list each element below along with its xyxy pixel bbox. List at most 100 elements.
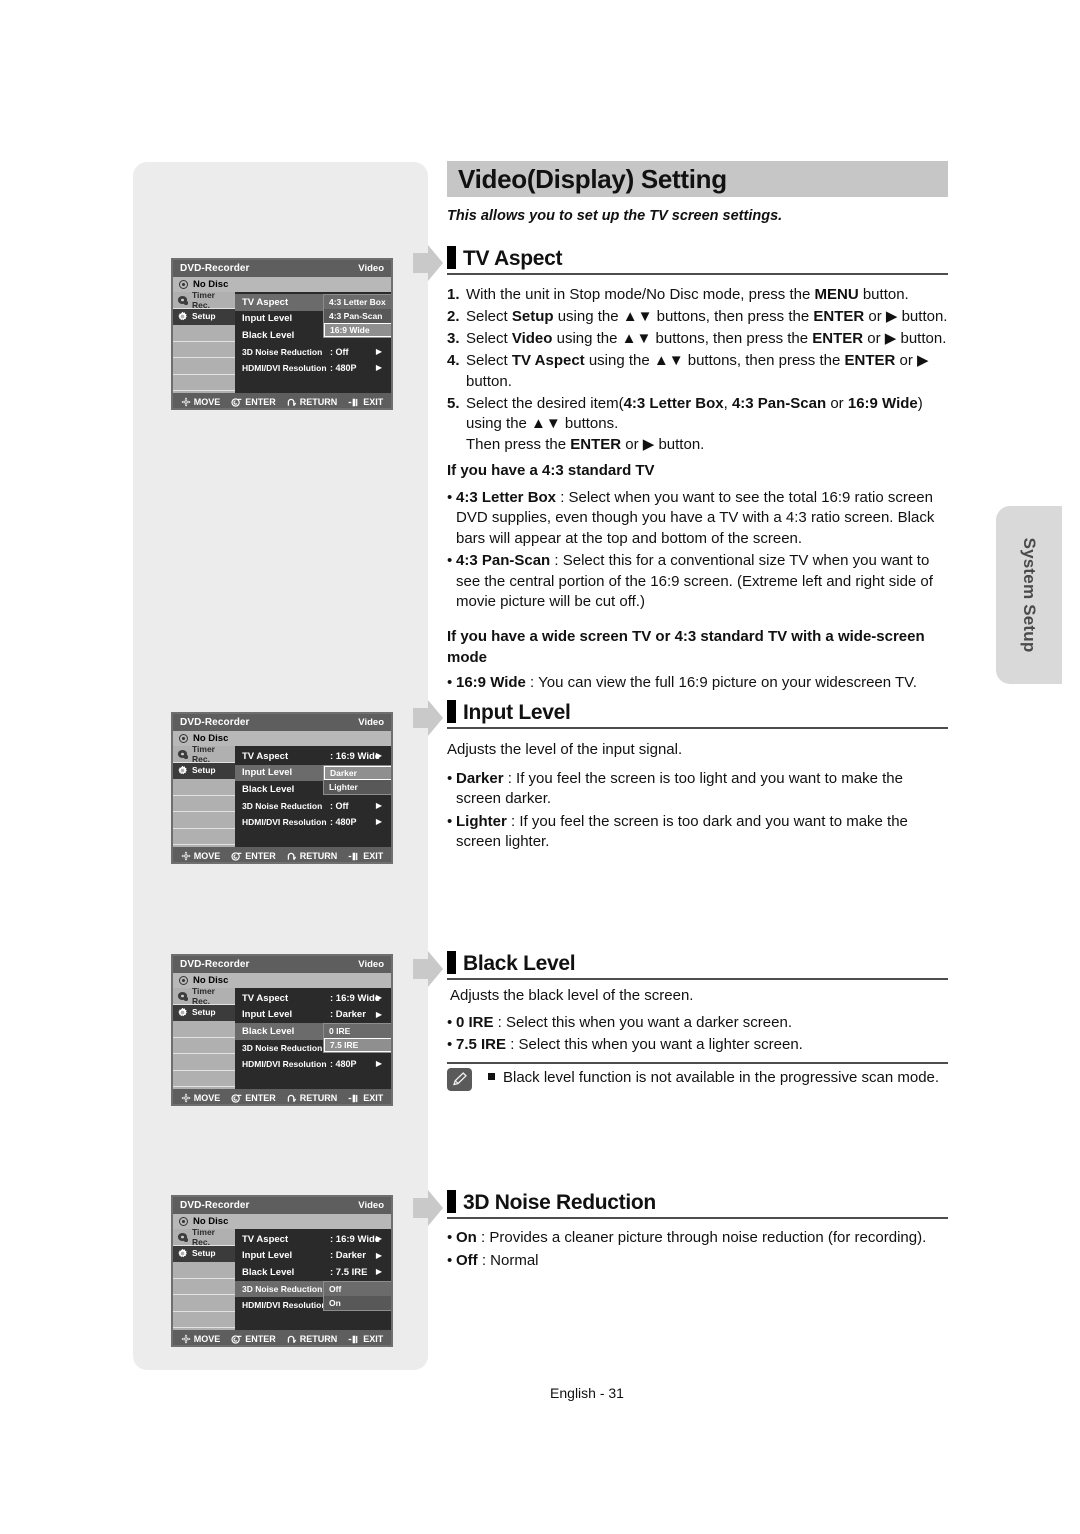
input-level-bullet: • Lighter : If you feel the screen is too… <box>447 812 952 853</box>
osd-sidebar-item-setup[interactable]: Setup <box>173 1245 235 1262</box>
osd-footer-action-return[interactable]: RETURN <box>287 397 338 407</box>
osd-brand-label: DVD-Recorder <box>180 1200 250 1211</box>
return-icon <box>287 1094 297 1103</box>
section-heading-black-level: Black Level <box>447 951 948 980</box>
osd-dropdown-tv-aspect[interactable]: 4:3 Letter Box 4:3 Pan-Scan 16:9 Wide <box>323 294 391 338</box>
osd-sidebar-item-timerrec[interactable]: Timer Rec. <box>173 744 235 764</box>
osd-footer-action-move[interactable]: MOVE <box>181 1093 220 1103</box>
osd-sidebar-empty-slot <box>173 1262 235 1279</box>
osd-dropdown-option[interactable]: 4:3 Letter Box <box>324 295 391 309</box>
black-level-bullet: • 7.5 IRE : Select this when you want a l… <box>447 1035 955 1056</box>
tv-aspect-bullet: • 4:3 Pan-Scan : Select this for a conven… <box>447 551 952 613</box>
osd-footer-action-exit[interactable]: EXIT <box>348 1093 383 1103</box>
osd-settings-list: TV Aspect: 16:9 Wide ▶ Input Level: Darker… <box>235 1229 391 1330</box>
osd-footer-action-label: EXIT <box>363 1334 384 1344</box>
chevron-right-icon: ▶ <box>375 800 382 810</box>
osd-menu-tv-aspect: DVD-Recorder Video No Disc Timer Rec. Setup T… <box>171 258 393 410</box>
osd-footer-action-label: RETURN <box>299 397 338 407</box>
osd-footer-action-return[interactable]: RETURN <box>287 1093 337 1103</box>
osd-footer-action-move[interactable]: MOVE <box>181 1334 220 1344</box>
osd-sidebar-item-timerrec[interactable]: Timer Rec. <box>173 290 235 310</box>
osd-setting-value: : 480P <box>330 363 357 374</box>
step-number: 4. <box>447 352 460 369</box>
disc-icon <box>179 280 188 289</box>
osd-dropdown-option[interactable]: Darker <box>324 765 391 780</box>
osd-sidebar-item-setup[interactable]: Setup <box>173 1004 235 1021</box>
osd-sidebar-item-timerrec[interactable]: Timer Rec. <box>173 986 235 1006</box>
osd-setting-row[interactable]: TV Aspect: 16:9 Wide ▶ <box>235 748 391 765</box>
osd-sidebar-empty-slot <box>173 375 235 391</box>
osd-titlebar: DVD-Recorder Video <box>173 260 391 277</box>
note-bullet-square <box>488 1072 495 1080</box>
osd-footer-action-label: MOVE <box>193 851 221 861</box>
osd-dropdown-noise-reduction[interactable]: Off On <box>323 1280 391 1311</box>
osd-dropdown-option[interactable]: 4:3 Pan-Scan <box>324 309 391 323</box>
step-item: 4. Select TV Aspect using the ▲▼ buttons,… <box>447 351 952 392</box>
sub-heading-widescreen: If you have a wide screen TV or 4:3 stan… <box>447 628 925 666</box>
osd-sidebar-item-setup[interactable]: Setup <box>173 308 235 325</box>
osd-footer-action-enter[interactable]: ENTER <box>231 851 276 861</box>
osd-setting-row[interactable]: Input Level: Darker ▶ <box>235 1248 391 1265</box>
exit-icon <box>348 1094 360 1103</box>
gear-icon <box>177 1007 188 1018</box>
osd-footer-action-enter[interactable]: ENTER <box>231 397 276 407</box>
osd-footer-action-enter[interactable]: ENTER <box>231 1334 276 1344</box>
osd-source-label: Video <box>358 263 384 274</box>
osd-setting-row[interactable]: HDMI/DVI Resolution: 480P ▶ <box>235 814 391 831</box>
section-heading-tv-aspect: TV Aspect <box>447 246 948 275</box>
osd-setting-value: : Off <box>330 346 349 357</box>
osd-setting-value: : 480P <box>330 1059 357 1070</box>
osd-setting-row[interactable]: Input Level: Darker ▶ <box>235 1007 391 1024</box>
bullet-dot: • <box>447 552 453 569</box>
osd-setting-row[interactable]: TV Aspect: 16:9 Wide ▶ <box>235 990 391 1007</box>
osd-footer-action-move[interactable]: MOVE <box>181 851 221 861</box>
osd-sidebar-item-timerrec[interactable]: Timer Rec. <box>173 1227 235 1247</box>
side-tab-system-setup: System Setup <box>996 506 1062 684</box>
osd-setting-value: : 16:9 Wide <box>330 992 381 1004</box>
osd-footer-action-enter[interactable]: ENTER <box>231 1093 276 1103</box>
osd-footer-bar: MOVE ENTER RETURN EXIT <box>173 1330 391 1345</box>
osd-setting-row[interactable]: TV Aspect: 16:9 Wide ▶ <box>235 1231 391 1248</box>
osd-footer-action-exit[interactable]: EXIT <box>348 1334 383 1344</box>
osd-dropdown-option[interactable]: Off <box>324 1281 391 1296</box>
return-icon <box>287 398 297 407</box>
osd-menu-input-level: DVD-Recorder Video No Disc Timer Rec. Setup T… <box>171 712 393 864</box>
osd-setting-label: Input Level <box>242 1250 293 1262</box>
osd-footer-action-return[interactable]: RETURN <box>287 851 337 861</box>
osd-setting-row[interactable]: HDMI/DVI Resolution: 480P ▶ <box>235 1056 391 1073</box>
osd-disc-label: No Disc <box>193 279 229 290</box>
osd-footer-action-exit[interactable]: EXIT <box>348 851 383 861</box>
osd-footer-action-exit[interactable]: EXIT <box>348 397 383 407</box>
osd-dropdown-option[interactable]: Lighter <box>324 779 391 794</box>
osd-footer-bar: MOVE ENTER RETURN EXIT <box>173 847 391 862</box>
enter-icon <box>231 851 242 861</box>
osd-sidebar-item-setup[interactable]: Setup <box>173 762 235 779</box>
heading-marker <box>447 700 456 723</box>
osd-setting-row[interactable]: 3D Noise Reduction: Off ▶ <box>235 344 391 361</box>
timer-record-icon <box>177 295 188 305</box>
osd-sidebar-empty-slot <box>173 796 235 812</box>
input-level-body: Adjusts the level of the input signal. •… <box>447 740 952 853</box>
osd-setting-row[interactable]: 3D Noise Reduction: Off ▶ <box>235 798 391 815</box>
section-heading-input-level: Input Level <box>447 700 948 729</box>
osd-setting-row[interactable]: Black Level: 7.5 IRE ▶ <box>235 1264 391 1281</box>
osd-footer-action-move[interactable]: MOVE <box>181 397 220 407</box>
dpad-icon <box>181 851 191 861</box>
osd-footer-action-return[interactable]: RETURN <box>287 1334 337 1344</box>
osd-settings-list: TV Aspect Input Level Black Level 3D Noise … <box>235 292 391 393</box>
osd-dropdown-input-level[interactable]: Darker Lighter <box>323 764 391 795</box>
osd-dropdown-option[interactable]: 7.5 IRE <box>324 1038 391 1052</box>
sub-heading-43-standard: If you have a 4:3 standard TV <box>447 462 655 479</box>
osd-dropdown-black-level[interactable]: 0 IRE 7.5 IRE <box>323 1023 391 1053</box>
enter-icon <box>231 1093 242 1103</box>
osd-dropdown-option[interactable]: On <box>324 1295 391 1310</box>
osd-dropdown-option[interactable]: 0 IRE <box>324 1024 391 1038</box>
heading-rule <box>447 1217 948 1219</box>
osd-body: Timer Rec. Setup TV Aspect: 16:9 Wide ▶ Inpu… <box>173 986 391 1089</box>
osd-setting-row[interactable]: HDMI/DVI Resolution: 480P ▶ <box>235 360 391 377</box>
osd-sidebar: Timer Rec. Setup <box>173 1227 235 1330</box>
osd-dropdown-option[interactable]: 16:9 Wide <box>324 323 391 337</box>
pointer-arrow-input-level <box>411 698 445 738</box>
osd-body: Timer Rec. Setup TV Aspect: 16:9 Wide ▶ Inpu… <box>173 1227 391 1330</box>
osd-setting-label: Black Level <box>242 1025 295 1037</box>
